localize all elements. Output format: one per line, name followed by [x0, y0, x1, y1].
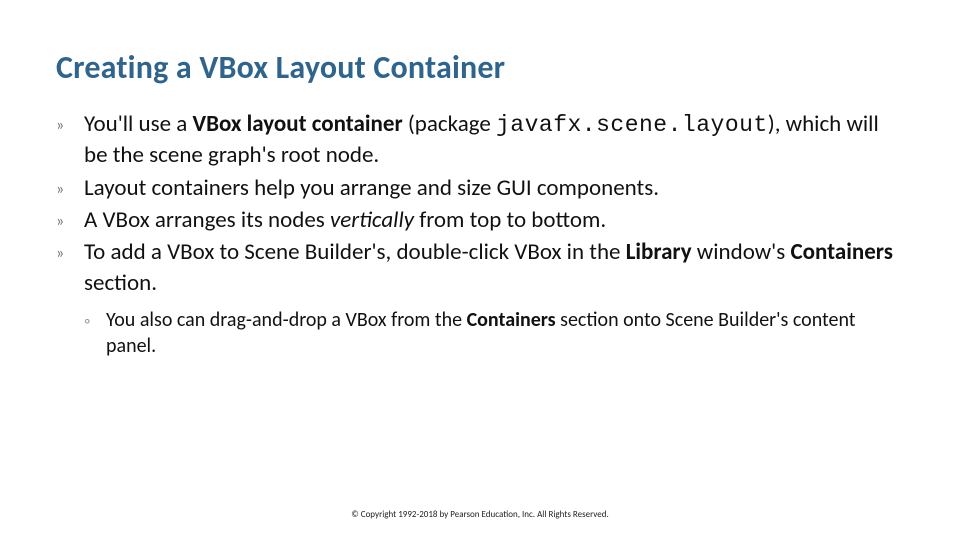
bullet-text: A VBox arranges its nodes vertically fro…: [84, 205, 904, 235]
sub-bullet-glyph-icon: ◦: [84, 308, 106, 333]
bullet-text: To add a VBox to Scene Builder's, double…: [84, 237, 904, 298]
slide: Creating a VBox Layout Container » You'l…: [0, 0, 960, 540]
bullet-item: » To add a VBox to Scene Builder's, doub…: [56, 237, 904, 298]
slide-title: Creating a VBox Layout Container: [56, 48, 904, 87]
bullet-glyph-icon: »: [56, 237, 84, 264]
bullet-item: » A VBox arranges its nodes vertically f…: [56, 205, 904, 235]
bullet-glyph-icon: »: [56, 205, 84, 232]
bullet-text: Layout containers help you arrange and s…: [84, 173, 904, 203]
bullet-glyph-icon: »: [56, 173, 84, 200]
sub-bullet-text: You also can drag-and-drop a VBox from t…: [106, 308, 904, 359]
bullet-item: » You'll use a VBox layout container (pa…: [56, 109, 904, 171]
copyright-footer: © Copyright 1992-2018 by Pearson Educati…: [0, 509, 960, 520]
bullet-text: You'll use a VBox layout container (pack…: [84, 109, 904, 171]
bullet-list: » You'll use a VBox layout container (pa…: [56, 109, 904, 359]
bullet-glyph-icon: »: [56, 109, 84, 136]
bullet-item: » Layout containers help you arrange and…: [56, 173, 904, 203]
sub-bullet-item: ◦ You also can drag-and-drop a VBox from…: [56, 308, 904, 359]
